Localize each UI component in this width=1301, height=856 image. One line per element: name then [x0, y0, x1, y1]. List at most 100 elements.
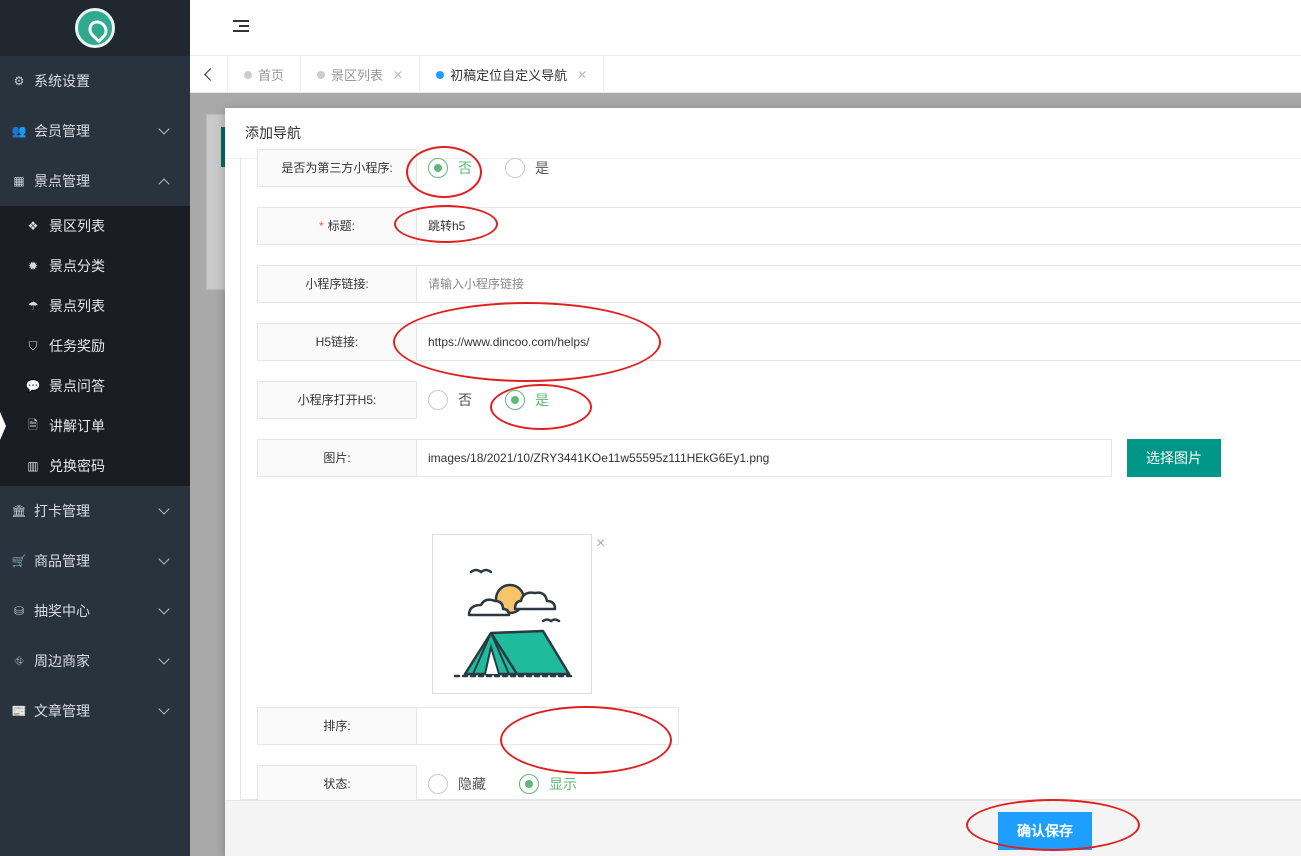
choose-image-button[interactable]: 选择图片 [1127, 439, 1221, 477]
chevron-down-icon [158, 123, 170, 135]
sidebar-item-label: 景区列表 [49, 218, 105, 234]
sidebar-item-article-management[interactable]: 📰 文章管理 [0, 686, 190, 736]
sidebar-item-lottery-center[interactable]: ⛁ 抽奖中心 [0, 586, 190, 636]
sidebar-item-scenic-spot-list[interactable]: ☂ 景点列表 [0, 286, 190, 326]
logo[interactable] [75, 8, 115, 48]
confirm-save-button[interactable]: 确认保存 [998, 812, 1092, 850]
close-icon[interactable]: ✕ [393, 68, 403, 82]
open-h5-label: 小程序打开H5: [257, 381, 417, 419]
open-h5-yes-radio[interactable]: 是 [505, 390, 549, 410]
tab-label: 初稿定位自定义导航 [450, 68, 568, 83]
radio-checked-icon [519, 774, 539, 794]
tab-bar: 首页 景区列表 ✕ 初稿定位自定义导航 ✕ [190, 56, 1301, 93]
sidebar-item-redeem-code[interactable]: ▥ 兑换密码 [0, 446, 190, 486]
tab-dot-icon [436, 70, 445, 79]
third-party-no-radio[interactable]: 否 [428, 158, 472, 178]
menu-toggle-icon[interactable] [233, 20, 249, 34]
mini-link-row: 小程序链接: 请输入小程序链接 [257, 265, 1301, 303]
grid-icon: ▦ [13, 174, 25, 188]
radio-label: 否 [458, 392, 472, 408]
newspaper-icon: 📰 [11, 704, 27, 718]
gears-icon: ⚙ [13, 74, 25, 88]
sidebar-item-system-settings[interactable]: ⚙ 系统设置 [0, 56, 190, 106]
sidebar-item-guide-orders[interactable]: 🗎 讲解订单 [0, 406, 190, 446]
open-h5-row: 小程序打开H5: 否 是 [257, 381, 1301, 419]
dialog-form: 是否为第三方小程序: 否 是 * 标题: 跳转h5 小程序链接: 请输入小程序链接… [240, 149, 1301, 803]
radio-checked-icon [428, 158, 448, 178]
sidebar-item-checkin-management[interactable]: 🏛 打卡管理 [0, 486, 190, 536]
third-party-yes-radio[interactable]: 是 [505, 158, 549, 178]
chevron-down-icon [158, 653, 170, 665]
h5-link-label: H5链接: [257, 323, 417, 361]
sidebar-item-member-management[interactable]: 👥 会员管理 [0, 106, 190, 156]
radio-label: 否 [458, 160, 472, 176]
image-label: 图片: [257, 439, 417, 477]
add-navigation-dialog: 添加导航 是否为第三方小程序: 否 是 * 标题: 跳转h5 小程序链接: 请输入… [225, 108, 1301, 856]
remove-image-icon[interactable]: × [596, 535, 605, 553]
sidebar-item-label: 景点问答 [49, 378, 105, 394]
sidebar-item-task-reward[interactable]: ⛉ 任务奖励 [0, 326, 190, 366]
tab-scenic-area-list[interactable]: 景区列表 ✕ [301, 56, 421, 93]
open-h5-no-radio[interactable]: 否 [428, 390, 472, 410]
mini-link-input[interactable]: 请输入小程序链接 [416, 265, 1301, 303]
sidebar-item-label: 周边商家 [34, 653, 90, 669]
sidebar-item-label: 兑换密码 [49, 458, 105, 474]
third-party-row: 是否为第三方小程序: 否 是 [257, 149, 1301, 187]
tab-scroll-left-button[interactable] [190, 56, 228, 92]
bank-icon: 🏛 [11, 504, 27, 518]
sidebar-item-label: 景点分类 [49, 258, 105, 274]
users-icon: 👥 [11, 124, 27, 138]
top-header [190, 0, 1301, 56]
status-row: 状态: 隐藏 显示 [257, 765, 1301, 803]
cubes-icon: ❖ [27, 219, 39, 233]
sidebar-item-scenic-management[interactable]: ▦ 景点管理 [0, 156, 190, 206]
radio-checked-icon [505, 390, 525, 410]
chevron-down-icon [158, 553, 170, 565]
scenic-submenu: ❖ 景区列表 ✹ 景点分类 ☂ 景点列表 ⛉ 任务奖励 💬 景点问答 🗎 讲解订… [0, 206, 190, 486]
sidebar-item-label: 商品管理 [34, 553, 90, 569]
sidebar-item-label: 文章管理 [34, 703, 90, 719]
sidebar-item-label: 景点列表 [49, 298, 105, 314]
status-show-radio[interactable]: 显示 [519, 774, 577, 794]
tab-dot-icon [244, 70, 252, 79]
sidebar-item-label: 系统设置 [34, 73, 90, 89]
sitemap-icon: ⛗ [14, 653, 24, 668]
third-party-label: 是否为第三方小程序: [257, 149, 417, 187]
chat-icon: 💬 [25, 379, 41, 393]
sidebar-item-label: 景点管理 [34, 173, 90, 189]
tab-home[interactable]: 首页 [228, 56, 302, 93]
sidebar-item-label: 打卡管理 [34, 503, 90, 519]
sidebar-item-scenic-category[interactable]: ✹ 景点分类 [0, 246, 190, 286]
sidebar-item-nearby-merchants[interactable]: ⛗ 周边商家 [0, 636, 190, 686]
sidebar: ⚙ 系统设置 👥 会员管理 ▦ 景点管理 ❖ 景区列表 ✹ 景点分类 ☂ 景点列… [0, 0, 190, 856]
h5-link-row: H5链接: https://www.dincoo.com/helps/ [257, 323, 1301, 361]
sort-input[interactable] [416, 707, 679, 745]
cart-icon: 🛒 [11, 554, 27, 568]
database-icon: ⛁ [13, 604, 25, 618]
status-hide-radio[interactable]: 隐藏 [428, 774, 486, 794]
camping-tent-illustration [453, 568, 575, 678]
title-input[interactable]: 跳转h5 [416, 207, 1301, 245]
gear-icon: ✹ [27, 259, 39, 273]
image-path-input[interactable]: images/18/2021/10/ZRY3441KOe11w55595z111… [416, 439, 1112, 477]
sidebar-item-product-management[interactable]: 🛒 商品管理 [0, 536, 190, 586]
sort-label: 排序: [257, 707, 417, 745]
sidebar-item-scenic-area-list[interactable]: ❖ 景区列表 [0, 206, 190, 246]
sidebar-item-scenic-qa[interactable]: 💬 景点问答 [0, 366, 190, 406]
chevron-up-icon [158, 178, 170, 190]
radio-unchecked-icon [428, 390, 448, 410]
logo-area [0, 0, 190, 56]
image-thumbnail [432, 534, 592, 694]
chevron-down-icon [158, 703, 170, 715]
radio-unchecked-icon [505, 158, 525, 178]
status-label: 状态: [257, 765, 417, 803]
barcode-icon: ▥ [27, 459, 39, 473]
required-mark: * [318, 219, 324, 233]
shield-icon: ⛉ [28, 338, 38, 353]
h5-link-input[interactable]: https://www.dincoo.com/helps/ [416, 323, 1301, 361]
sidebar-item-label: 讲解订单 [49, 418, 105, 434]
close-icon[interactable]: ✕ [577, 68, 587, 82]
sidebar-item-label: 任务奖励 [49, 338, 105, 354]
tab-custom-navigation[interactable]: 初稿定位自定义导航 ✕ [420, 56, 605, 93]
radio-label: 是 [535, 392, 549, 408]
